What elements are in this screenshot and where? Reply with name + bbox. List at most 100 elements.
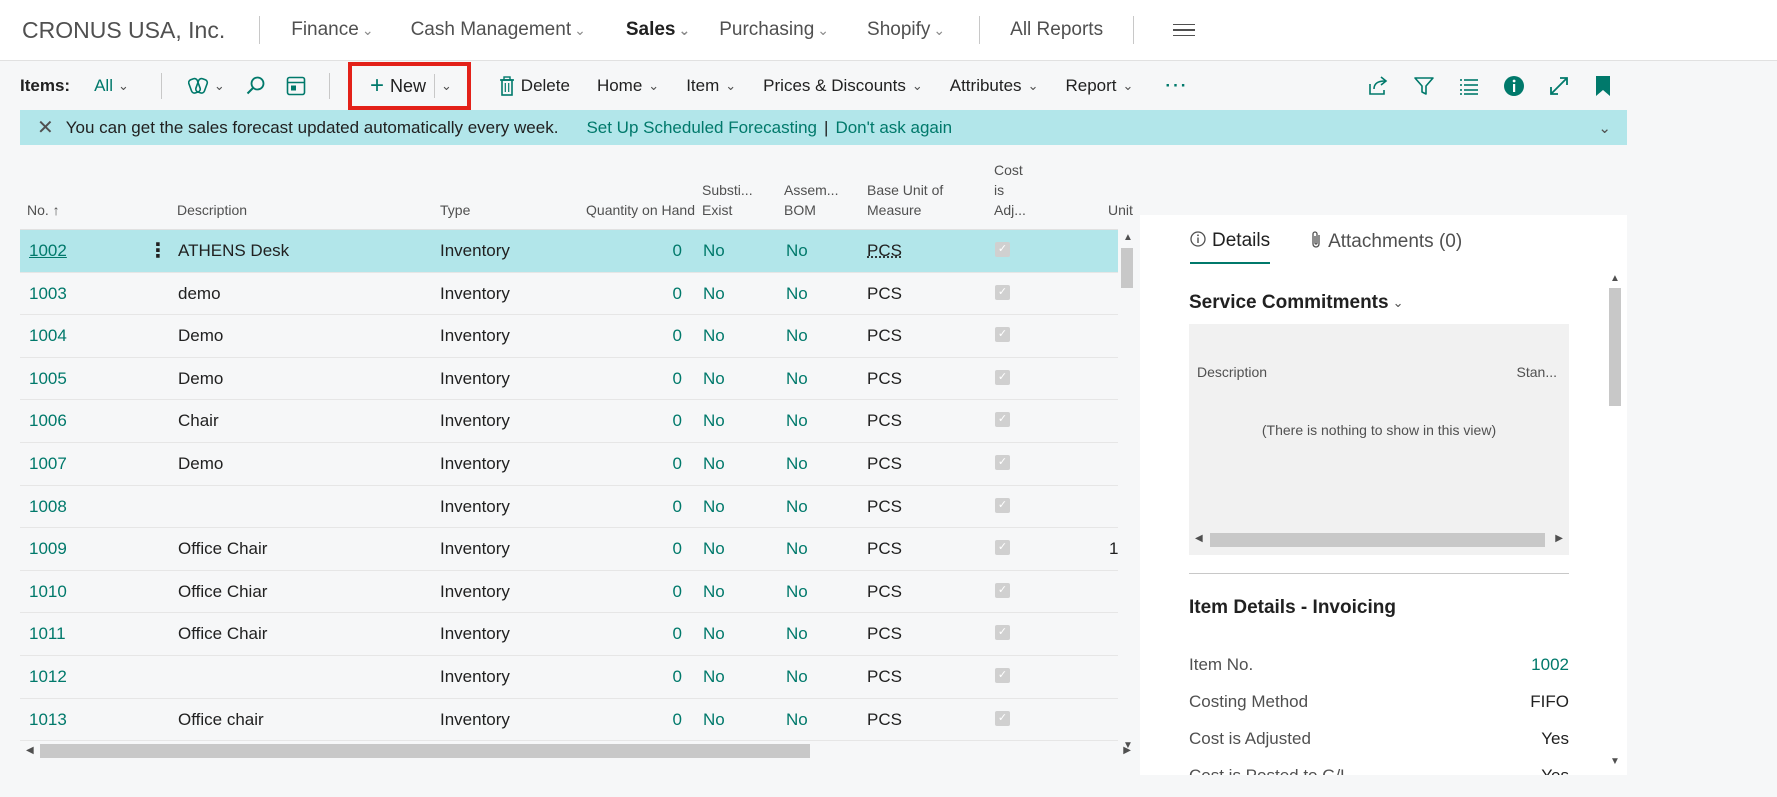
scrollbar-thumb[interactable]	[1210, 533, 1545, 547]
scroll-up-icon[interactable]: ▲	[1610, 273, 1620, 284]
sc-header-description[interactable]: Description	[1197, 364, 1267, 380]
row-actions-icon[interactable]: ⋮	[148, 238, 168, 263]
substitutes-exist[interactable]: No	[703, 710, 725, 730]
copilot-icon[interactable]	[187, 76, 210, 96]
header-no[interactable]: No. ↑	[27, 200, 60, 220]
scrollbar-thumb[interactable]	[1121, 248, 1133, 288]
chevron-down-icon[interactable]: ⌄	[441, 78, 452, 94]
item-no-link[interactable]: 1013	[29, 710, 67, 730]
expand-icon[interactable]	[1548, 75, 1570, 97]
scroll-down-icon[interactable]: ▼	[1610, 756, 1620, 767]
field-item-no-value[interactable]: 1002	[1531, 655, 1569, 675]
substitutes-exist[interactable]: No	[703, 667, 725, 687]
quantity-on-hand[interactable]: 0	[673, 624, 682, 644]
scrollbar-thumb[interactable]	[1609, 288, 1621, 406]
item-no-link[interactable]: 1012	[29, 667, 67, 687]
item-no-link[interactable]: 1008	[29, 497, 67, 517]
menu-report[interactable]: Report ⌄	[1065, 76, 1133, 96]
item-no-link[interactable]: 1007	[29, 454, 67, 474]
quantity-on-hand[interactable]: 0	[673, 667, 682, 687]
substitutes-exist[interactable]: No	[703, 369, 725, 389]
header-substitutes-exist[interactable]: Substi... Exist	[702, 180, 753, 220]
assembly-bom[interactable]: No	[786, 582, 808, 602]
scroll-right-icon[interactable]: ▶	[1123, 745, 1131, 756]
header-base-unit-of-measure[interactable]: Base Unit of Measure	[867, 180, 943, 220]
header-cost-is-adjusted[interactable]: Cost is Adj...	[994, 160, 1026, 220]
view-filter-dropdown[interactable]: All ⌄	[94, 76, 129, 96]
info-icon[interactable]	[1503, 75, 1525, 97]
substitutes-exist[interactable]: No	[703, 284, 725, 304]
filter-icon[interactable]	[1413, 75, 1435, 97]
quantity-on-hand[interactable]: 0	[673, 710, 682, 730]
setup-forecasting-link[interactable]: Set Up Scheduled Forecasting	[586, 118, 817, 138]
quantity-on-hand[interactable]: 0	[673, 411, 682, 431]
tab-details[interactable]: Details	[1190, 230, 1271, 264]
substitutes-exist[interactable]: No	[703, 241, 725, 261]
assembly-bom[interactable]: No	[786, 326, 808, 346]
quantity-on-hand[interactable]: 0	[673, 241, 682, 261]
factbox-vertical-scrollbar[interactable]: ▲ ▼	[1608, 273, 1622, 767]
assembly-bom[interactable]: No	[786, 369, 808, 389]
scroll-up-icon[interactable]: ▲	[1123, 232, 1133, 243]
table-row[interactable]: 1011 Office Chair Inventory 0 No No PCS ✓	[20, 613, 1118, 656]
assembly-bom[interactable]: No	[786, 710, 808, 730]
assembly-bom[interactable]: No	[786, 284, 808, 304]
edit-list-icon[interactable]	[285, 75, 307, 97]
list-vertical-scrollbar[interactable]: ▲ ▼	[1120, 230, 1134, 751]
nav-item-finance[interactable]: Finance ⌄	[291, 19, 373, 41]
quantity-on-hand[interactable]: 0	[673, 454, 682, 474]
item-no-link[interactable]: 1011	[29, 624, 66, 644]
menu-prices-discounts[interactable]: Prices & Discounts ⌄	[763, 76, 923, 96]
chevron-down-icon[interactable]: ⌄	[214, 78, 225, 94]
menu-home[interactable]: Home ⌄	[597, 76, 659, 96]
assembly-bom[interactable]: No	[786, 539, 808, 559]
quantity-on-hand[interactable]: 0	[673, 582, 682, 602]
header-description[interactable]: Description	[177, 200, 247, 220]
quantity-on-hand[interactable]: 0	[673, 284, 682, 304]
item-no-link[interactable]: 1002	[29, 241, 67, 261]
item-no-link[interactable]: 1003	[29, 284, 67, 304]
scroll-left-icon[interactable]: ◀	[1195, 533, 1203, 544]
table-row[interactable]: 1008 Inventory 0 No No PCS ✓	[20, 486, 1118, 529]
table-row[interactable]: 1005 Demo Inventory 0 No No PCS ✓	[20, 358, 1118, 401]
bookmark-icon[interactable]	[1594, 75, 1612, 97]
substitutes-exist[interactable]: No	[703, 326, 725, 346]
service-commitments-title[interactable]: Service Commitments ⌄	[1189, 292, 1403, 314]
substitutes-exist[interactable]: No	[703, 582, 725, 602]
item-no-link[interactable]: 1006	[29, 411, 67, 431]
table-row[interactable]: 1010 Office Chiar Inventory 0 No No PCS ✓	[20, 571, 1118, 614]
header-assembly-bom[interactable]: Assem... BOM	[784, 180, 838, 220]
company-name[interactable]: CRONUS USA, Inc.	[22, 17, 225, 44]
chevron-down-icon[interactable]: ⌄	[1598, 119, 1611, 137]
substitutes-exist[interactable]: No	[703, 411, 725, 431]
quantity-on-hand[interactable]: 0	[673, 539, 682, 559]
item-no-link[interactable]: 1004	[29, 326, 67, 346]
nav-all-reports[interactable]: All Reports	[1010, 19, 1103, 41]
table-row[interactable]: 1004 Demo Inventory 0 No No PCS ✓	[20, 315, 1118, 358]
table-row[interactable]: 1009 Office Chair Inventory 0 No No PCS 1 ✓	[20, 528, 1118, 571]
new-button[interactable]: + New ⌄	[348, 62, 471, 110]
nav-item-sales[interactable]: Sales ⌄	[626, 19, 690, 41]
quantity-on-hand[interactable]: 0	[673, 326, 682, 346]
table-row[interactable]: 1012 Inventory 0 No No PCS ✓	[20, 656, 1118, 699]
list-horizontal-scrollbar[interactable]: ◀ ▶	[20, 744, 1137, 760]
substitutes-exist[interactable]: No	[703, 624, 725, 644]
assembly-bom[interactable]: No	[786, 667, 808, 687]
header-type[interactable]: Type	[440, 200, 470, 220]
assembly-bom[interactable]: No	[786, 411, 808, 431]
menu-attributes[interactable]: Attributes ⌄	[950, 76, 1039, 96]
nav-item-purchasing[interactable]: Purchasing ⌄	[719, 19, 829, 41]
dont-ask-again-link[interactable]: Don't ask again	[835, 118, 952, 138]
item-no-link[interactable]: 1005	[29, 369, 67, 389]
scroll-right-icon[interactable]: ▶	[1555, 533, 1563, 544]
sc-header-standard[interactable]: Stan...	[1517, 364, 1557, 380]
item-no-link[interactable]: 1009	[29, 539, 67, 559]
nav-item-cash-management[interactable]: Cash Management ⌄	[411, 19, 586, 41]
menu-item[interactable]: Item ⌄	[686, 76, 736, 96]
quantity-on-hand[interactable]: 0	[673, 497, 682, 517]
scroll-left-icon[interactable]: ◀	[26, 745, 34, 756]
sc-horizontal-scrollbar[interactable]: ◀ ▶	[1189, 532, 1569, 548]
assembly-bom[interactable]: No	[786, 497, 808, 517]
assembly-bom[interactable]: No	[786, 624, 808, 644]
table-row[interactable]: 1007 Demo Inventory 0 No No PCS ✓	[20, 443, 1118, 486]
